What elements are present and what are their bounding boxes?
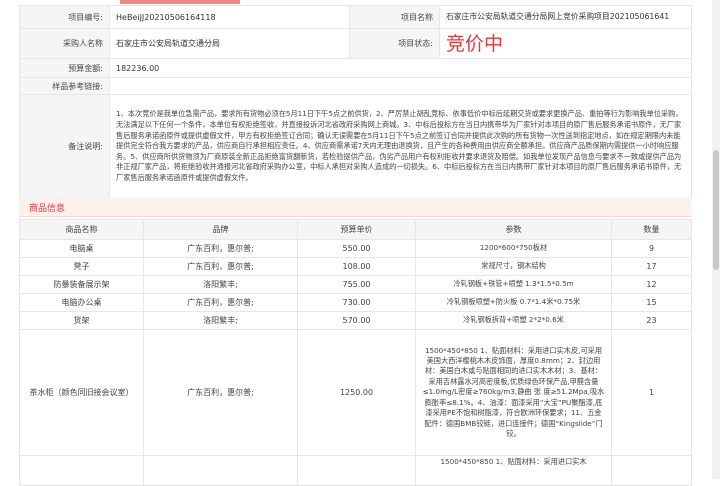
product-price: 570.00: [297, 311, 416, 330]
project-info-table: 项目编号: HeBeiJJ20210506164118 项目名称 石家庄市公安局…: [19, 5, 692, 199]
project-name-label: 项目名称: [349, 5, 440, 29]
col-header-price: 预算单价: [297, 219, 416, 240]
product-brand: 洛阳繁丰;: [143, 311, 298, 330]
table-row: 防暴装备展示架 洛阳繁丰; 755.00 冷轧钢板+铁管+喷塑 1.3*1.5*…: [19, 275, 692, 294]
product-price: 755.00: [297, 275, 416, 294]
product-name: 防暴装备展示架: [19, 275, 144, 294]
product-qty: 17: [611, 257, 692, 276]
product-qty: 23: [611, 311, 692, 330]
product-params: 1500*450*850 1、贴面材料：采用进口实木皮,可采用美国大西洋樱桃木木…: [415, 329, 612, 456]
remarks-label: 备注说明:: [19, 94, 110, 199]
product-params: 1500*450*850 1、贴面材料：采用进口实木: [415, 455, 612, 486]
col-header-qty: 数量: [611, 219, 692, 240]
table-row: 货架 洛阳繁丰; 570.00 冷轧钢板拆背+喷塑 2*2*0.6米 23: [19, 311, 692, 330]
product-name: 货架: [19, 311, 144, 330]
status-badge: 竞价中: [446, 32, 504, 55]
page-scrollbar[interactable]: [712, 0, 720, 479]
header-accent: [120, 0, 240, 4]
project-no-value: HeBeiJJ20210506164118: [109, 5, 350, 29]
buyer-label: 采购人名称: [19, 28, 110, 59]
product-qty: 1: [611, 329, 692, 456]
product-brand: [143, 455, 298, 486]
sample-link-value[interactable]: [109, 77, 692, 95]
table-row: 电脑桌 广东百利，惠尔普; 550.00 1200*600*750板材 9: [19, 239, 692, 258]
product-brand: 广东百利，惠尔普;: [143, 293, 298, 312]
scrollbar-thumb[interactable]: [713, 150, 719, 270]
col-header-name: 商品名称: [19, 219, 144, 240]
product-brand: 广东百利，惠尔普;: [143, 239, 298, 258]
product-params: 常规尺寸，钢木结构: [415, 257, 612, 276]
table-row: 1500*450*850 1、贴面材料：采用进口实木: [19, 455, 692, 486]
product-qty: 12: [611, 275, 692, 294]
project-no-label: 项目编号:: [19, 5, 110, 29]
product-price: 730.00: [297, 293, 416, 312]
product-params: 冷轧钢板喷塑+防火板 0.7*1.4米*0.75米: [415, 293, 612, 312]
budget-value: 182236.00: [109, 58, 692, 78]
product-params: 冷轧钢板拆背+喷塑 2*2*0.6米: [415, 311, 612, 330]
product-name: 电脑桌: [19, 239, 144, 258]
product-brand: 广东百利，惠尔普;: [143, 329, 298, 456]
product-qty: 15: [611, 293, 692, 312]
product-qty: 9: [611, 239, 692, 258]
col-header-brand: 品牌: [143, 219, 298, 240]
product-price: 108.00: [297, 257, 416, 276]
project-name-value: 石家庄市公安局轨道交通分局网上竞价采购项目202105061641: [439, 5, 692, 29]
product-brand: 广东百利，惠尔普;: [143, 257, 298, 276]
product-section-header: 商品信息: [19, 198, 691, 217]
product-price: 550.00: [297, 239, 416, 258]
table-row: 电脑办公桌 广东百利，惠尔普; 730.00 冷轧钢板喷塑+防火板 0.7*1.…: [19, 293, 692, 312]
product-qty: [611, 455, 692, 486]
col-header-params: 参数: [415, 219, 612, 240]
budget-label: 预算金额:: [19, 58, 110, 78]
buyer-value: 石家庄市公安局轨道交通分局: [109, 28, 350, 59]
product-params: 冷轧钢板+铁管+喷塑 1.3*1.5*0.5m: [415, 275, 612, 294]
product-price: 1250.00: [297, 329, 416, 456]
product-name: 凳子: [19, 257, 144, 276]
sample-link-label: 样品参考链接:: [19, 77, 110, 95]
product-name: 茶水柜（颜色同旧接会议室）: [19, 329, 144, 456]
product-name: [19, 455, 144, 486]
remarks-text: 1、本次竞价是我单位急需产品，要求所有货物必须在5月11日下午5点之前供货，2、…: [109, 94, 692, 199]
table-row: 茶水柜（颜色同旧接会议室） 广东百利，惠尔普; 1250.00 1500*450…: [19, 329, 692, 456]
status-value: 竞价中: [439, 28, 692, 59]
product-table: 商品名称 品牌 预算单价 参数 数量 电脑桌 广东百利，惠尔普; 550.00 …: [19, 219, 692, 486]
status-label: 项目状态:: [349, 28, 440, 59]
section-title: 商品信息: [29, 204, 66, 214]
product-brand: 洛阳繁丰;: [143, 275, 298, 294]
product-name: 电脑办公桌: [19, 293, 144, 312]
product-price: [297, 455, 416, 486]
table-row: 凳子 广东百利，惠尔普; 108.00 常规尺寸，钢木结构 17: [19, 257, 692, 276]
product-params: 1200*600*750板材: [415, 239, 612, 258]
